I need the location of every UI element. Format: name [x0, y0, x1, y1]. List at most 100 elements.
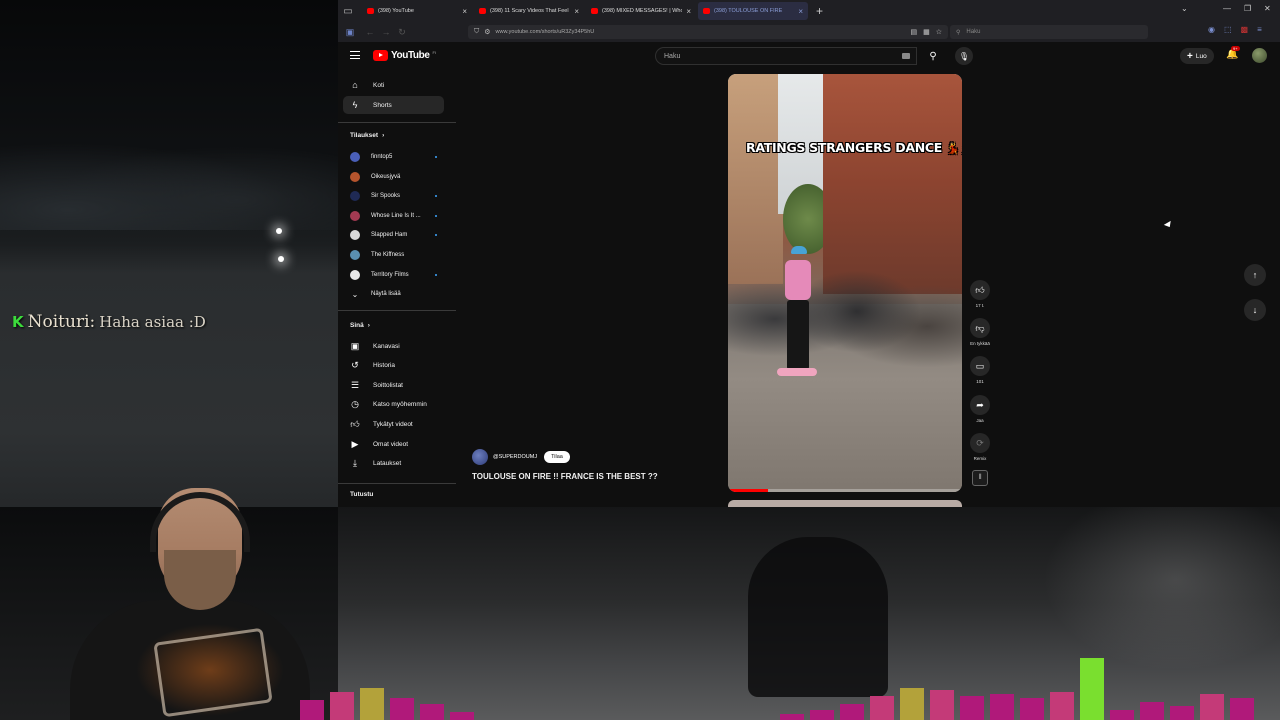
tab-list-chevron-icon[interactable]: ⌄ — [1181, 4, 1188, 13]
short-video-player[interactable]: RATINGS STRANGERS DANCE 💃💃 — [728, 74, 962, 492]
search-button[interactable]: ⚲ — [921, 47, 945, 65]
sidebar-item-home[interactable]: ⌂ Koti — [343, 76, 444, 94]
subscription-item[interactable]: finntop5 — [345, 148, 446, 166]
extension-icon[interactable]: ⬚ — [1224, 25, 1232, 34]
menu-icon[interactable]: ≡ — [1257, 25, 1262, 34]
audio-bar — [900, 688, 924, 720]
close-window-button[interactable]: ✕ — [1264, 4, 1271, 13]
sidebar-item-shorts[interactable]: ϟ Shorts — [343, 96, 444, 114]
shield-icon[interactable]: ⛉ — [474, 28, 479, 36]
audio-bar — [420, 704, 444, 720]
audio-bar — [1200, 694, 1224, 720]
subscription-item[interactable]: The Kiffness — [345, 246, 446, 264]
comment-count: 101 — [976, 379, 984, 384]
site-settings-icon[interactable]: ⚙ — [484, 28, 490, 36]
new-tab-button[interactable]: + — [816, 4, 823, 18]
bookmark-star-icon[interactable]: ☆ — [936, 28, 942, 36]
channel-avatar — [350, 250, 360, 260]
previous-short-button[interactable]: ↑ — [1244, 264, 1266, 286]
minimize-button[interactable]: — — [1223, 4, 1231, 13]
subscription-label: Whose Line Is It ... — [371, 212, 421, 219]
comment-icon[interactable]: ▭ — [970, 356, 990, 376]
channel-handle[interactable]: @SUPERDOUMJ — [493, 454, 537, 460]
sidebar-panel-icon[interactable]: ▣ — [342, 27, 358, 38]
url-text[interactable]: www.youtube.com/shorts/uR3Zy34P5hU — [496, 29, 906, 35]
sidebar-item-you[interactable]: 👍︎ Tykätyt videot — [343, 415, 444, 433]
account-avatar[interactable] — [1252, 48, 1267, 63]
browser-search-field[interactable]: ⚲ Haku — [950, 25, 1148, 39]
close-tab-icon[interactable]: × — [798, 7, 803, 16]
address-bar[interactable]: ⛉ ⚙ www.youtube.com/shorts/uR3Zy34P5hU ▤… — [468, 25, 948, 39]
subscription-item[interactable]: Territory Films — [345, 266, 446, 284]
dislike-action[interactable]: 👎︎ En tykkää — [968, 318, 992, 346]
comments-action[interactable]: ▭ 101 — [968, 356, 992, 384]
sidebar-item-label: Katso myöhemmin — [373, 401, 427, 409]
audio-bar — [1140, 702, 1164, 720]
remix-action[interactable]: ⟳ Remix — [968, 433, 992, 461]
hamburger-menu-icon[interactable] — [350, 51, 360, 59]
reader-view-icon[interactable]: ▤ — [910, 28, 917, 36]
sidebar-item-you[interactable]: ☰ Soittolistat — [343, 376, 444, 394]
subscription-item[interactable]: Oikeusjyvä — [345, 168, 446, 186]
subscriptions-heading[interactable]: Tilaukset › — [350, 132, 384, 139]
thumbs-up-icon[interactable]: 👍︎ — [970, 280, 990, 300]
bookmark-list-icon[interactable]: ▦ — [923, 28, 930, 36]
audio-bar — [810, 710, 834, 720]
browser-tab[interactable]: (398) MIXED MESSAGES! | Who × — [586, 2, 696, 20]
keyboard-icon[interactable] — [902, 53, 910, 59]
voice-search-button[interactable]: 🎙 — [955, 47, 973, 65]
share-action[interactable]: ➦ Jaa — [968, 395, 992, 423]
channel-avatar[interactable] — [472, 449, 488, 465]
sidebar-item-label: Tykätyt videot — [373, 420, 413, 428]
audio-wave-icon: ⦀ — [978, 474, 982, 481]
close-tab-icon[interactable]: × — [574, 7, 579, 16]
notification-badge: 9+ — [1231, 46, 1240, 51]
short-title[interactable]: TOULOUSE ON FIRE !! FRANCE IS THE BEST ?… — [472, 472, 658, 481]
sidebar-item-you[interactable]: ◷ Katso myöhemmin — [343, 396, 444, 414]
search-input[interactable]: Haku — [655, 47, 917, 65]
sidebar-toggle-icon[interactable]: ▭ — [338, 0, 358, 22]
search-engine-icon[interactable]: ⚲ — [956, 29, 960, 36]
create-button[interactable]: + Luo — [1180, 48, 1214, 64]
sidebar-item-label: Omat videot — [373, 440, 409, 448]
sidebar-item-you[interactable]: ▶ Omat videot — [343, 435, 444, 453]
account-icon[interactable]: ◉ — [1208, 25, 1215, 34]
video-progress-bar[interactable] — [728, 489, 962, 492]
browser-toolbar: ▣ ← → ↻ ⛉ ⚙ www.youtube.com/shorts/uR3Zy… — [338, 22, 1280, 42]
extension-red-icon[interactable]: ▩ — [1241, 25, 1249, 34]
close-tab-icon[interactable]: × — [686, 7, 691, 16]
browser-tab[interactable]: (398) 11 Scary Videos That Feel × — [474, 2, 584, 20]
next-short-button[interactable]: ↓ — [1244, 299, 1266, 321]
subscription-item[interactable]: Whose Line Is It ... — [345, 207, 446, 225]
show-more-button[interactable]: ⌄ Näytä lisää — [345, 285, 446, 303]
sidebar-item-you[interactable]: ⤓ Lataukset — [343, 455, 444, 473]
subscription-item[interactable]: Sir Spooks — [345, 187, 446, 205]
youtube-favicon-icon — [591, 8, 598, 14]
subscription-item[interactable]: Slapped Ham — [345, 226, 446, 244]
youtube-logo[interactable]: YouTube FI — [373, 50, 436, 61]
thumbs-down-icon[interactable]: 👎︎ — [970, 318, 990, 338]
browser-tab[interactable]: (398) YouTube × — [362, 2, 472, 20]
like-action[interactable]: 👍︎ 17 t. — [968, 280, 992, 308]
sound-thumbnail[interactable]: ⦀ — [972, 470, 988, 486]
subscription-label: finntop5 — [371, 154, 393, 160]
reload-icon[interactable]: ↻ — [394, 27, 410, 38]
explore-title: Tutustu — [350, 491, 374, 498]
channel-avatar — [350, 152, 360, 162]
share-icon[interactable]: ➦ — [970, 395, 990, 415]
remix-icon[interactable]: ⟳ — [970, 433, 990, 453]
maximize-button[interactable]: ❐ — [1244, 4, 1251, 13]
forward-icon[interactable]: → — [378, 27, 394, 37]
sidebar-item-you[interactable]: ▣ Kanavasi — [343, 337, 444, 355]
audio-visualizer — [0, 650, 1280, 720]
browser-tab[interactable]: (398) TOULOUSE ON FIRE × — [698, 2, 808, 20]
audio-bar — [1110, 710, 1134, 720]
close-tab-icon[interactable]: × — [462, 7, 467, 16]
notifications-button[interactable]: 🔔 9+ — [1226, 46, 1240, 60]
next-short-preview[interactable] — [728, 500, 962, 507]
audio-bar — [1020, 698, 1044, 720]
you-heading[interactable]: Sinä › — [350, 322, 370, 329]
subscribe-button[interactable]: Tilaa — [544, 451, 570, 463]
back-icon[interactable]: ← — [362, 27, 378, 37]
sidebar-item-you[interactable]: ↺ Historia — [343, 357, 444, 375]
